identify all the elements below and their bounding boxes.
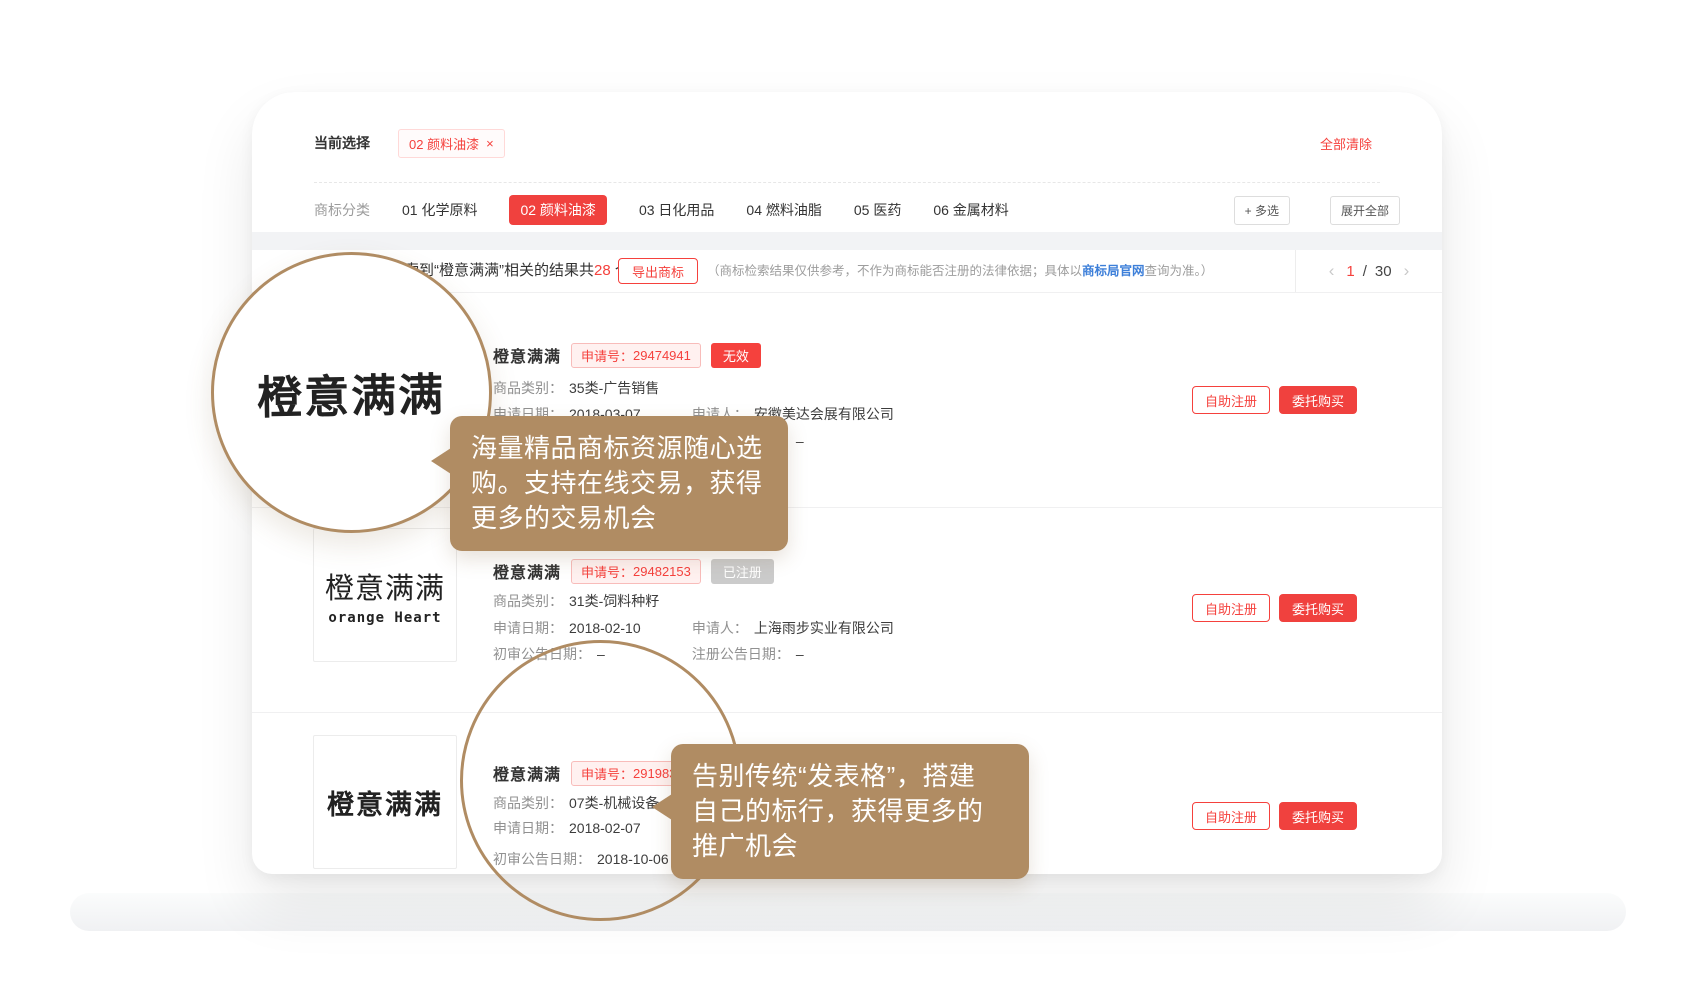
selected-filter-tag[interactable]: 02 颜料油漆 × xyxy=(398,129,505,158)
category-item-03[interactable]: 03 日化用品 xyxy=(639,200,714,220)
category-item-06[interactable]: 06 金属材料 xyxy=(933,200,1008,220)
current-selection-row: 当前选择 02 颜料油漆 × 全部清除 xyxy=(314,128,1380,158)
application-number-tag: 申请号：29474941 xyxy=(571,343,701,368)
self-register-button[interactable]: 自助注册 xyxy=(1192,594,1270,622)
current-page: 1 xyxy=(1346,263,1354,280)
category-item-04[interactable]: 04 燃料油脂 xyxy=(746,200,821,220)
field-value: 35类-广告销售 xyxy=(569,380,659,396)
callout-line: 海量精品商标资源随心选 xyxy=(471,431,767,466)
laptop-base xyxy=(70,893,1626,931)
magnified-trademark-text: 橙意满满 xyxy=(257,358,446,426)
application-number-label: 申请号： xyxy=(581,346,633,365)
callout-bubble-1: 海量精品商标资源随心选 购。支持在线交易，获得 更多的交易机会 xyxy=(450,416,788,551)
export-trademark-button[interactable]: 导出商标 xyxy=(618,258,698,284)
category-item-05[interactable]: 05 医药 xyxy=(854,200,901,220)
application-number-tag: 申请号：29482153 xyxy=(571,559,701,584)
entrust-buy-button[interactable]: 委托购买 xyxy=(1279,386,1357,414)
trademark-office-link[interactable]: 商标局官网 xyxy=(1082,264,1145,278)
date-applicant-field: 申请日期： 2018-02-10 申请人： 上海雨步实业有限公司 xyxy=(493,618,894,638)
category-field: 商品类别： 35类-广告销售 xyxy=(493,378,659,398)
field-label: 商品类别： xyxy=(493,380,563,396)
callout-line: 购。支持在线交易，获得 xyxy=(471,466,767,501)
field-label: 商品类别： xyxy=(493,593,563,609)
callout-bubble-2: 告别传统“发表格”，搭建 自己的标行，获得更多的 推广机会 xyxy=(671,744,1029,879)
trademark-image-text: 橙意满满 xyxy=(325,565,445,607)
field-value: 上海雨步实业有限公司 xyxy=(754,620,894,636)
row-divider xyxy=(252,712,1442,713)
trademark-image-subtext: orange Heart xyxy=(328,610,441,626)
pagination: ‹ 1 / 30 › xyxy=(1295,250,1442,292)
category-item-02-selected[interactable]: 02 颜料油漆 xyxy=(509,195,606,225)
status-badge: 已注册 xyxy=(711,559,774,584)
multi-select-button[interactable]: + 多选 xyxy=(1234,196,1290,225)
trademark-name-line: 橙意满满 申请号：29482153 已注册 xyxy=(493,559,774,583)
row-actions: 自助注册 委托购买 xyxy=(1192,594,1357,622)
expand-all-button[interactable]: 展开全部 xyxy=(1330,196,1400,225)
disclaimer-text: （商标检索结果仅供参考，不作为商标能否注册的法律依据；具体以商标局官网查询为准。… xyxy=(707,250,1213,292)
category-item-01[interactable]: 01 化学原料 xyxy=(402,200,477,220)
total-pages: 30 xyxy=(1375,263,1392,280)
app-window: 当前选择 02 颜料油漆 × 全部清除 商标分类 01 化学原料 02 颜料油漆… xyxy=(0,0,1696,1002)
self-register-button[interactable]: 自助注册 xyxy=(1192,802,1270,830)
row-actions: 自助注册 委托购买 xyxy=(1192,802,1357,830)
field-value: 2018-02-10 xyxy=(569,620,641,636)
result-count: 28 xyxy=(594,262,611,279)
field-value: – xyxy=(796,433,804,449)
application-number-label: 申请号： xyxy=(581,562,633,581)
application-number: 29482153 xyxy=(633,564,691,579)
disclaimer-prefix: （商标检索结果仅供参考，不作为商标能否注册的法律依据；具体以 xyxy=(707,264,1082,278)
entrust-buy-button[interactable]: 委托购买 xyxy=(1279,594,1357,622)
field-label: 注册公告日期： xyxy=(692,646,790,662)
callout-line: 推广机会 xyxy=(692,829,1008,864)
current-selection-label: 当前选择 xyxy=(314,133,370,153)
entrust-buy-button[interactable]: 委托购买 xyxy=(1279,802,1357,830)
dashed-divider xyxy=(314,182,1380,183)
callout-line: 告别传统“发表格”，搭建 xyxy=(692,759,1008,794)
field-label: 申请人： xyxy=(692,620,748,636)
trademark-name: 橙意满满 xyxy=(493,559,561,583)
trademark-image[interactable]: 橙意满满 xyxy=(313,735,457,869)
close-icon[interactable]: × xyxy=(486,137,494,150)
callout-line: 自己的标行，获得更多的 xyxy=(692,794,1008,829)
selected-filter-tag-label: 02 颜料油漆 xyxy=(409,134,479,153)
field-value: 31类-饲料种籽 xyxy=(569,593,659,609)
application-number: 29474941 xyxy=(633,348,691,363)
filter-panel: 当前选择 02 颜料油漆 × 全部清除 商标分类 01 化学原料 02 颜料油漆… xyxy=(252,92,1442,232)
field-label: 申请日期： xyxy=(493,620,563,636)
page-separator: / xyxy=(1363,263,1367,280)
category-label: 商标分类 xyxy=(314,200,370,220)
trademark-name: 橙意满满 xyxy=(493,343,561,367)
next-page-button[interactable]: › xyxy=(1400,261,1414,281)
self-register-button[interactable]: 自助注册 xyxy=(1192,386,1270,414)
callout-line: 更多的交易机会 xyxy=(471,501,767,536)
clear-all-button[interactable]: 全部清除 xyxy=(1320,134,1372,153)
trademark-name-line: 橙意满满 申请号：29474941 无效 xyxy=(493,343,761,367)
trademark-image-text: 橙意满满 xyxy=(327,783,443,822)
category-row: 商标分类 01 化学原料 02 颜料油漆 03 日化用品 04 燃料油脂 05 … xyxy=(314,194,1400,226)
status-badge: 无效 xyxy=(711,343,761,368)
disclaimer-suffix: 查询为准。） xyxy=(1145,264,1214,278)
trademark-image[interactable]: 橙意满满 orange Heart xyxy=(313,528,457,662)
row-actions: 自助注册 委托购买 xyxy=(1192,386,1357,414)
prev-page-button[interactable]: ‹ xyxy=(1325,261,1339,281)
category-field: 商品类别： 31类-饲料种籽 xyxy=(493,591,659,611)
field-value: – xyxy=(796,646,804,662)
